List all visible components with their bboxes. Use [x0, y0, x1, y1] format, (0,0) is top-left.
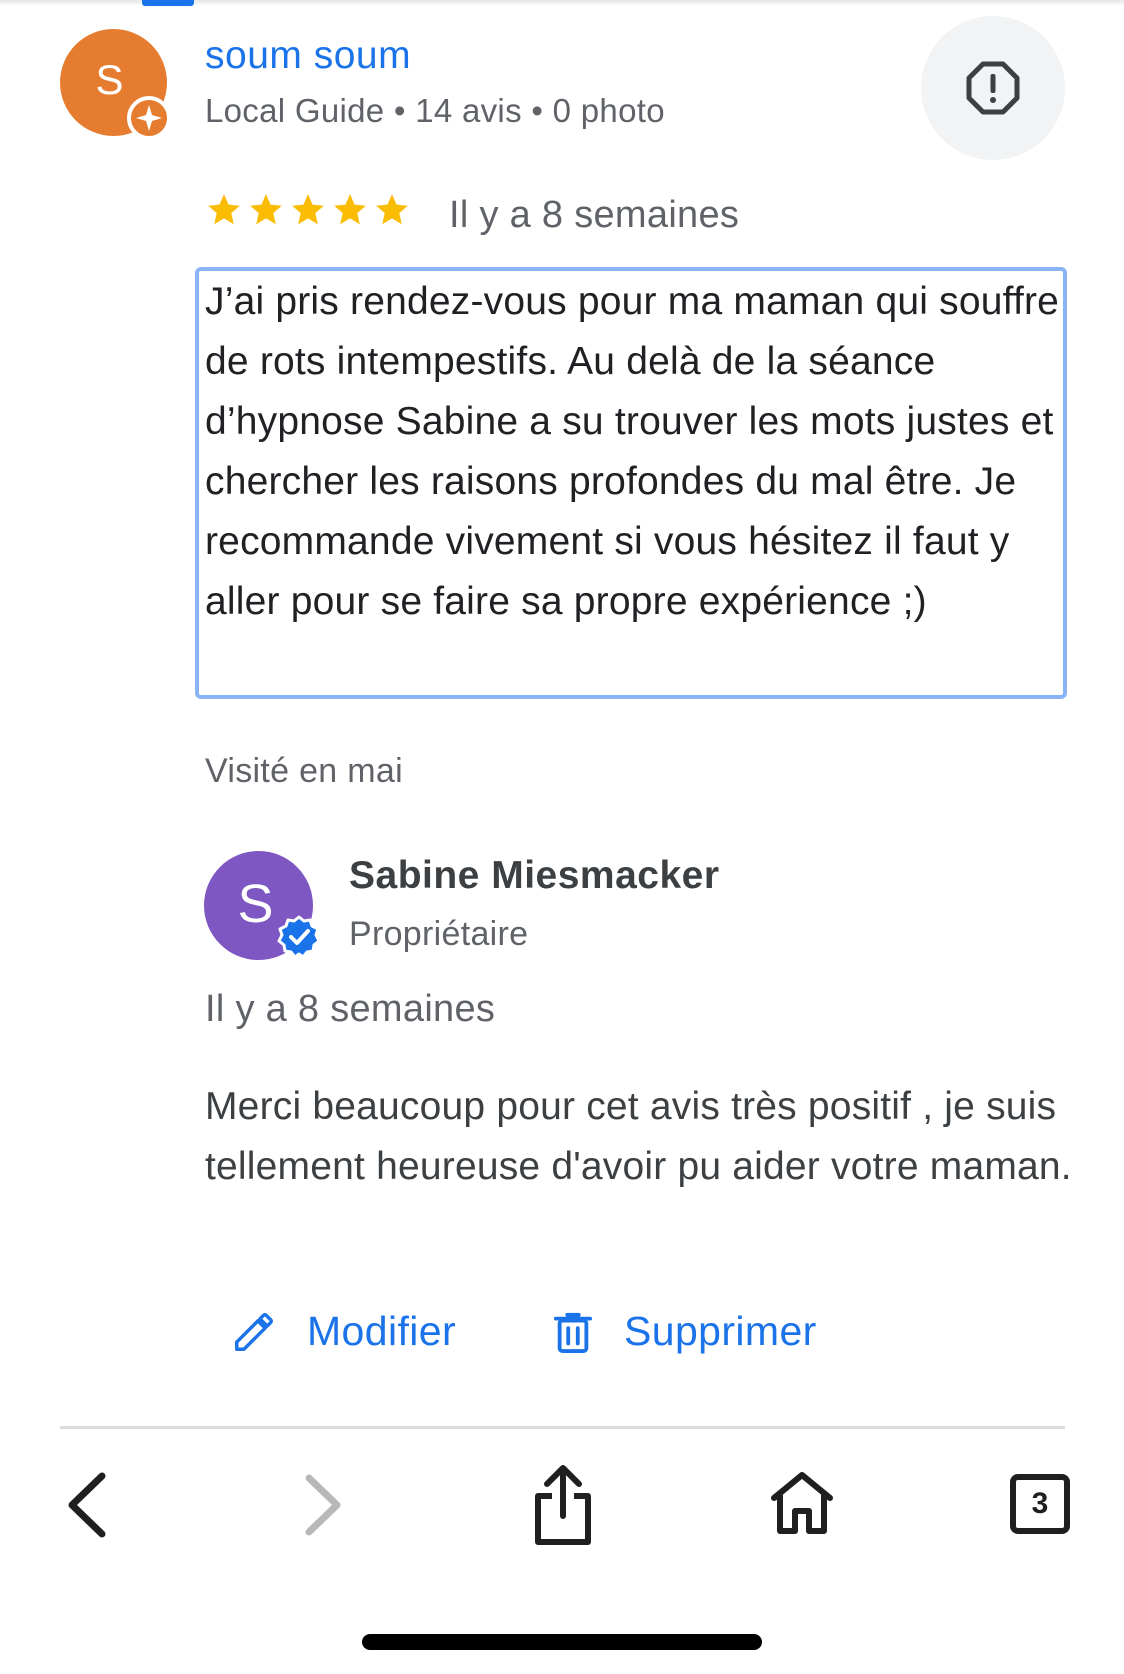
local-guide-badge-icon	[127, 96, 171, 140]
report-icon	[966, 61, 1020, 115]
star-icon	[376, 194, 408, 225]
forward-icon[interactable]	[297, 1472, 347, 1538]
star-icon	[250, 194, 282, 225]
delete-reply-label: Supprimer	[624, 1308, 817, 1354]
reviewer-meta: Local Guide • 14 avis • 0 photo	[205, 92, 665, 129]
star-icon	[292, 194, 324, 225]
top-tab-indicator	[142, 0, 194, 6]
reviewer-name[interactable]: soum soum	[205, 34, 411, 78]
home-icon[interactable]	[770, 1470, 834, 1536]
verified-badge-icon	[277, 915, 321, 959]
review-text[interactable]: J’ai pris rendez-vous pour ma maman qui …	[205, 272, 1065, 632]
trash-icon	[553, 1312, 593, 1353]
home-indicator[interactable]	[362, 1634, 762, 1650]
star-icon	[334, 194, 366, 225]
rating-stars	[205, 191, 411, 229]
owner-role: Propriétaire	[349, 915, 529, 953]
delete-reply-button[interactable]: Supprimer	[552, 1308, 817, 1355]
tab-count: 3	[1031, 1487, 1049, 1520]
star-icon	[208, 194, 240, 225]
reply-text: Merci beaucoup pour cet avis très positi…	[205, 1085, 1072, 1188]
owner-name: Sabine Miesmacker	[349, 854, 720, 897]
reviewer-avatar-initial: S	[95, 55, 124, 103]
report-button[interactable]	[921, 16, 1065, 160]
tabs-button[interactable]: 3	[1010, 1474, 1070, 1534]
share-icon[interactable]	[530, 1464, 596, 1548]
back-icon[interactable]	[62, 1470, 112, 1540]
section-divider	[60, 1426, 1065, 1429]
reply-date: Il y a 8 semaines	[205, 988, 496, 1030]
owner-avatar-initial: S	[237, 873, 274, 934]
edit-reply-label: Modifier	[307, 1308, 457, 1354]
visited-date: Visité en mai	[205, 752, 403, 790]
pencil-icon	[235, 1312, 273, 1351]
review-date: Il y a 8 semaines	[449, 194, 740, 236]
edit-reply-button[interactable]: Modifier	[231, 1308, 456, 1355]
